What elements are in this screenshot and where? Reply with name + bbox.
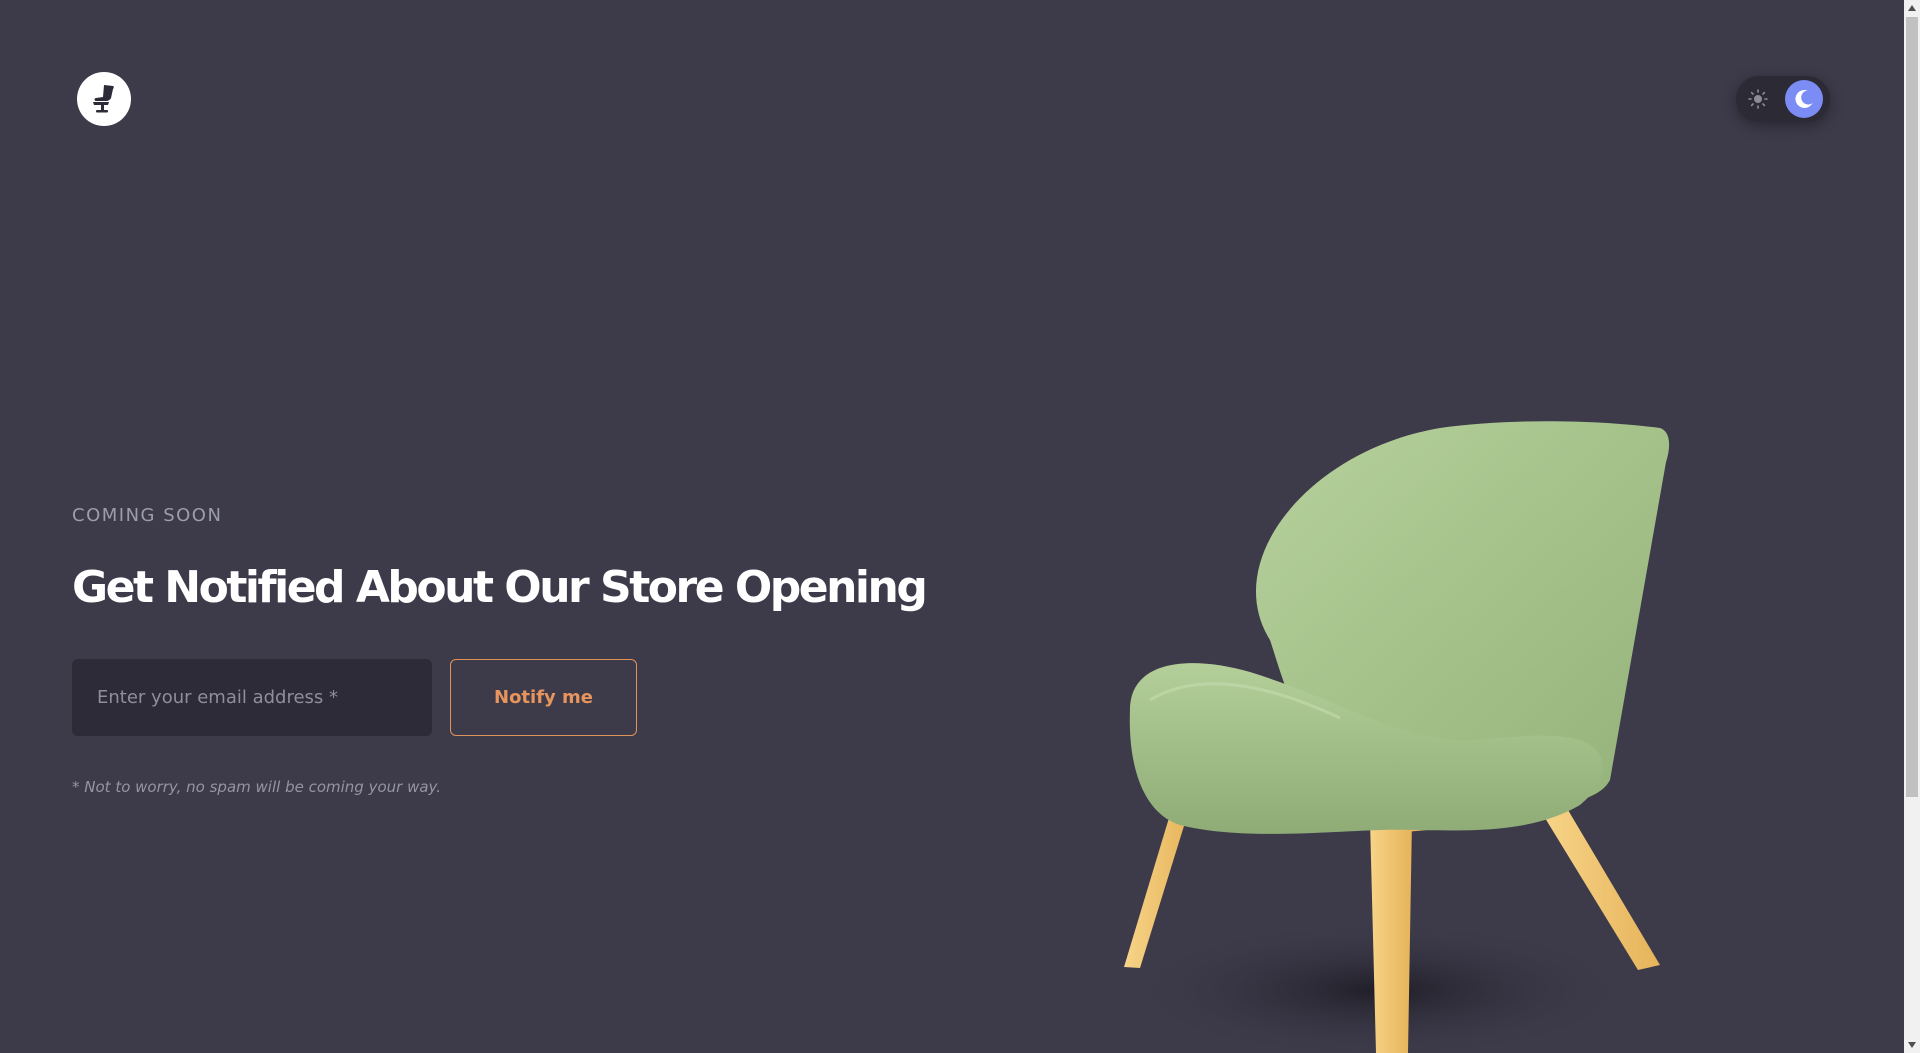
- scroll-down-icon[interactable]: [1904, 1037, 1920, 1053]
- theme-toggle[interactable]: [1736, 76, 1830, 122]
- chair-illustration: [1120, 421, 1670, 1053]
- scrollbar-thumb[interactable]: [1906, 17, 1918, 797]
- page: COMING SOON Get Notified About Our Store…: [0, 0, 1904, 1053]
- logo[interactable]: [77, 72, 131, 126]
- moon-icon[interactable]: [1785, 80, 1823, 118]
- notify-button[interactable]: Notify me: [450, 659, 637, 736]
- disclaimer-text: * Not to worry, no spam will be coming y…: [72, 778, 442, 796]
- email-field[interactable]: [72, 659, 432, 736]
- sun-icon[interactable]: [1746, 87, 1770, 111]
- page-title: Get Notified About Our Store Opening: [72, 562, 928, 613]
- vertical-scrollbar[interactable]: [1904, 0, 1920, 1053]
- chair-logo-icon: [93, 85, 114, 113]
- coming-soon-label: COMING SOON: [72, 505, 223, 526]
- scroll-up-icon[interactable]: [1904, 0, 1920, 16]
